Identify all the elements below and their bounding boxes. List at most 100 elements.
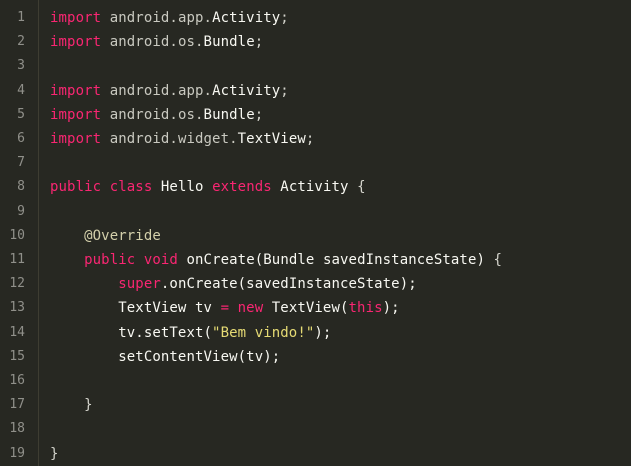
line-number: 17	[9, 397, 25, 413]
code-token: public	[50, 179, 102, 196]
code-token: new	[237, 300, 264, 317]
code-token: TextView(	[263, 300, 349, 317]
code-text: }	[50, 442, 59, 466]
code-line[interactable]: 7	[0, 151, 631, 175]
code-text: import android.os.Bundle;	[50, 30, 263, 54]
code-line[interactable]: 13 TextView tv = new TextView(this);	[0, 296, 631, 320]
code-token: Bundle	[203, 34, 255, 51]
code-text: public class Hello extends Activity {	[50, 175, 366, 199]
line-number: 16	[9, 373, 25, 388]
code-text: tv.setText("Bem vindo!");	[50, 321, 331, 345]
line-number: 5	[17, 106, 25, 122]
code-line[interactable]: 9	[0, 200, 631, 224]
line-number: 2	[17, 34, 25, 50]
line-number: 1	[17, 10, 25, 25]
line-number: 6	[17, 131, 25, 146]
code-token: android.os.	[101, 106, 204, 123]
code-line[interactable]: 3	[0, 54, 631, 78]
code-token: onCreate(Bundle savedInstanceState)	[177, 252, 494, 268]
code-token: );	[314, 324, 332, 341]
code-token: ;	[280, 10, 289, 26]
code-text: import android.app.Activity;	[50, 79, 289, 103]
line-number: 18	[9, 421, 25, 437]
line-number: 8	[17, 179, 25, 195]
code-token: .onCreate(savedInstanceState);	[160, 276, 417, 293]
code-token: extends	[212, 179, 272, 196]
code-line[interactable]: 1 import android.app.Activity;	[0, 6, 631, 30]
code-token: =	[220, 300, 230, 317]
code-line[interactable]: 16	[0, 369, 631, 393]
line-number: 4	[17, 82, 25, 98]
code-line[interactable]: 5 import android.os.Bundle;	[0, 103, 631, 127]
code-token: tv.setText(	[50, 324, 213, 341]
line-number: 3	[17, 58, 25, 74]
code-token: public	[84, 252, 136, 268]
code-token: android.widget.	[101, 131, 238, 147]
code-token: ;	[280, 82, 289, 99]
code-token: android.os.	[101, 34, 204, 51]
code-token: );	[382, 300, 400, 317]
code-token: import	[50, 34, 102, 51]
code-token: Activity	[212, 82, 281, 99]
code-line[interactable]: 18	[0, 417, 631, 441]
code-line[interactable]: 17 }	[0, 393, 631, 417]
code-token: TextView tv	[50, 300, 221, 317]
code-text: TextView tv = new TextView(this);	[50, 296, 400, 320]
line-number: 19	[9, 445, 25, 461]
code-line[interactable]: 15 setContentView(tv);	[0, 345, 631, 369]
code-token: Activity	[271, 179, 358, 196]
code-token: "Bem vindo!"	[212, 324, 315, 341]
code-line[interactable]: 6 import android.widget.TextView;	[0, 127, 631, 151]
code-token: class	[109, 179, 153, 196]
code-text: @Override	[50, 224, 161, 248]
code-text: setContentView(tv);	[50, 345, 280, 369]
line-number: 9	[17, 203, 25, 219]
code-editor[interactable]: 1 import android.app.Activity; 2 import and…	[0, 0, 631, 466]
code-text: }	[50, 393, 93, 417]
line-number: 7	[17, 155, 25, 171]
code-token: import	[50, 106, 102, 123]
code-line[interactable]: 2 import android.os.Bundle;	[0, 30, 631, 54]
code-text: public void onCreate(Bundle savedInstanc…	[50, 248, 502, 272]
code-token: Bundle	[203, 106, 255, 123]
code-token: import	[50, 10, 102, 26]
code-token: setContentView(tv);	[50, 348, 281, 365]
code-line[interactable]: 11 public void onCreate(Bundle savedInst…	[0, 248, 631, 272]
code-text: import android.app.Activity;	[50, 6, 289, 30]
code-token: android.app.	[101, 10, 213, 26]
code-line[interactable]: 8 public class Hello extends Activity {	[0, 175, 631, 199]
code-line[interactable]: 14 tv.setText("Bem vindo!");	[0, 321, 631, 345]
code-text: import android.widget.TextView;	[50, 127, 314, 151]
code-token: ;	[254, 106, 264, 123]
code-token: android.app.	[101, 82, 213, 99]
code-token: }	[50, 445, 59, 462]
code-token: ;	[254, 34, 264, 51]
code-token: Hello	[152, 179, 213, 196]
code-line[interactable]: 12 super.onCreate(savedInstanceState);	[0, 272, 631, 296]
code-line[interactable]: 4 import android.app.Activity;	[0, 79, 631, 103]
code-token: TextView	[237, 131, 306, 147]
code-token: super	[118, 276, 161, 293]
code-text: import android.os.Bundle;	[50, 103, 263, 127]
code-token: import	[50, 131, 102, 147]
code-token: {	[493, 252, 503, 268]
code-line[interactable]: 10 @Override	[0, 224, 631, 248]
code-line[interactable]: 19}	[0, 442, 631, 466]
code-token: {	[357, 179, 366, 196]
code-token: this	[348, 300, 383, 317]
line-number: 10	[9, 227, 25, 243]
line-number: 15	[9, 348, 25, 364]
line-number: 12	[9, 276, 25, 292]
code-token: @Override	[84, 227, 161, 244]
code-token: void	[143, 252, 178, 268]
code-text: super.onCreate(savedInstanceState);	[50, 272, 417, 296]
code-token: Activity	[212, 10, 281, 26]
code-token: import	[50, 82, 102, 99]
code-token: }	[84, 397, 93, 414]
line-number: 11	[9, 252, 25, 267]
